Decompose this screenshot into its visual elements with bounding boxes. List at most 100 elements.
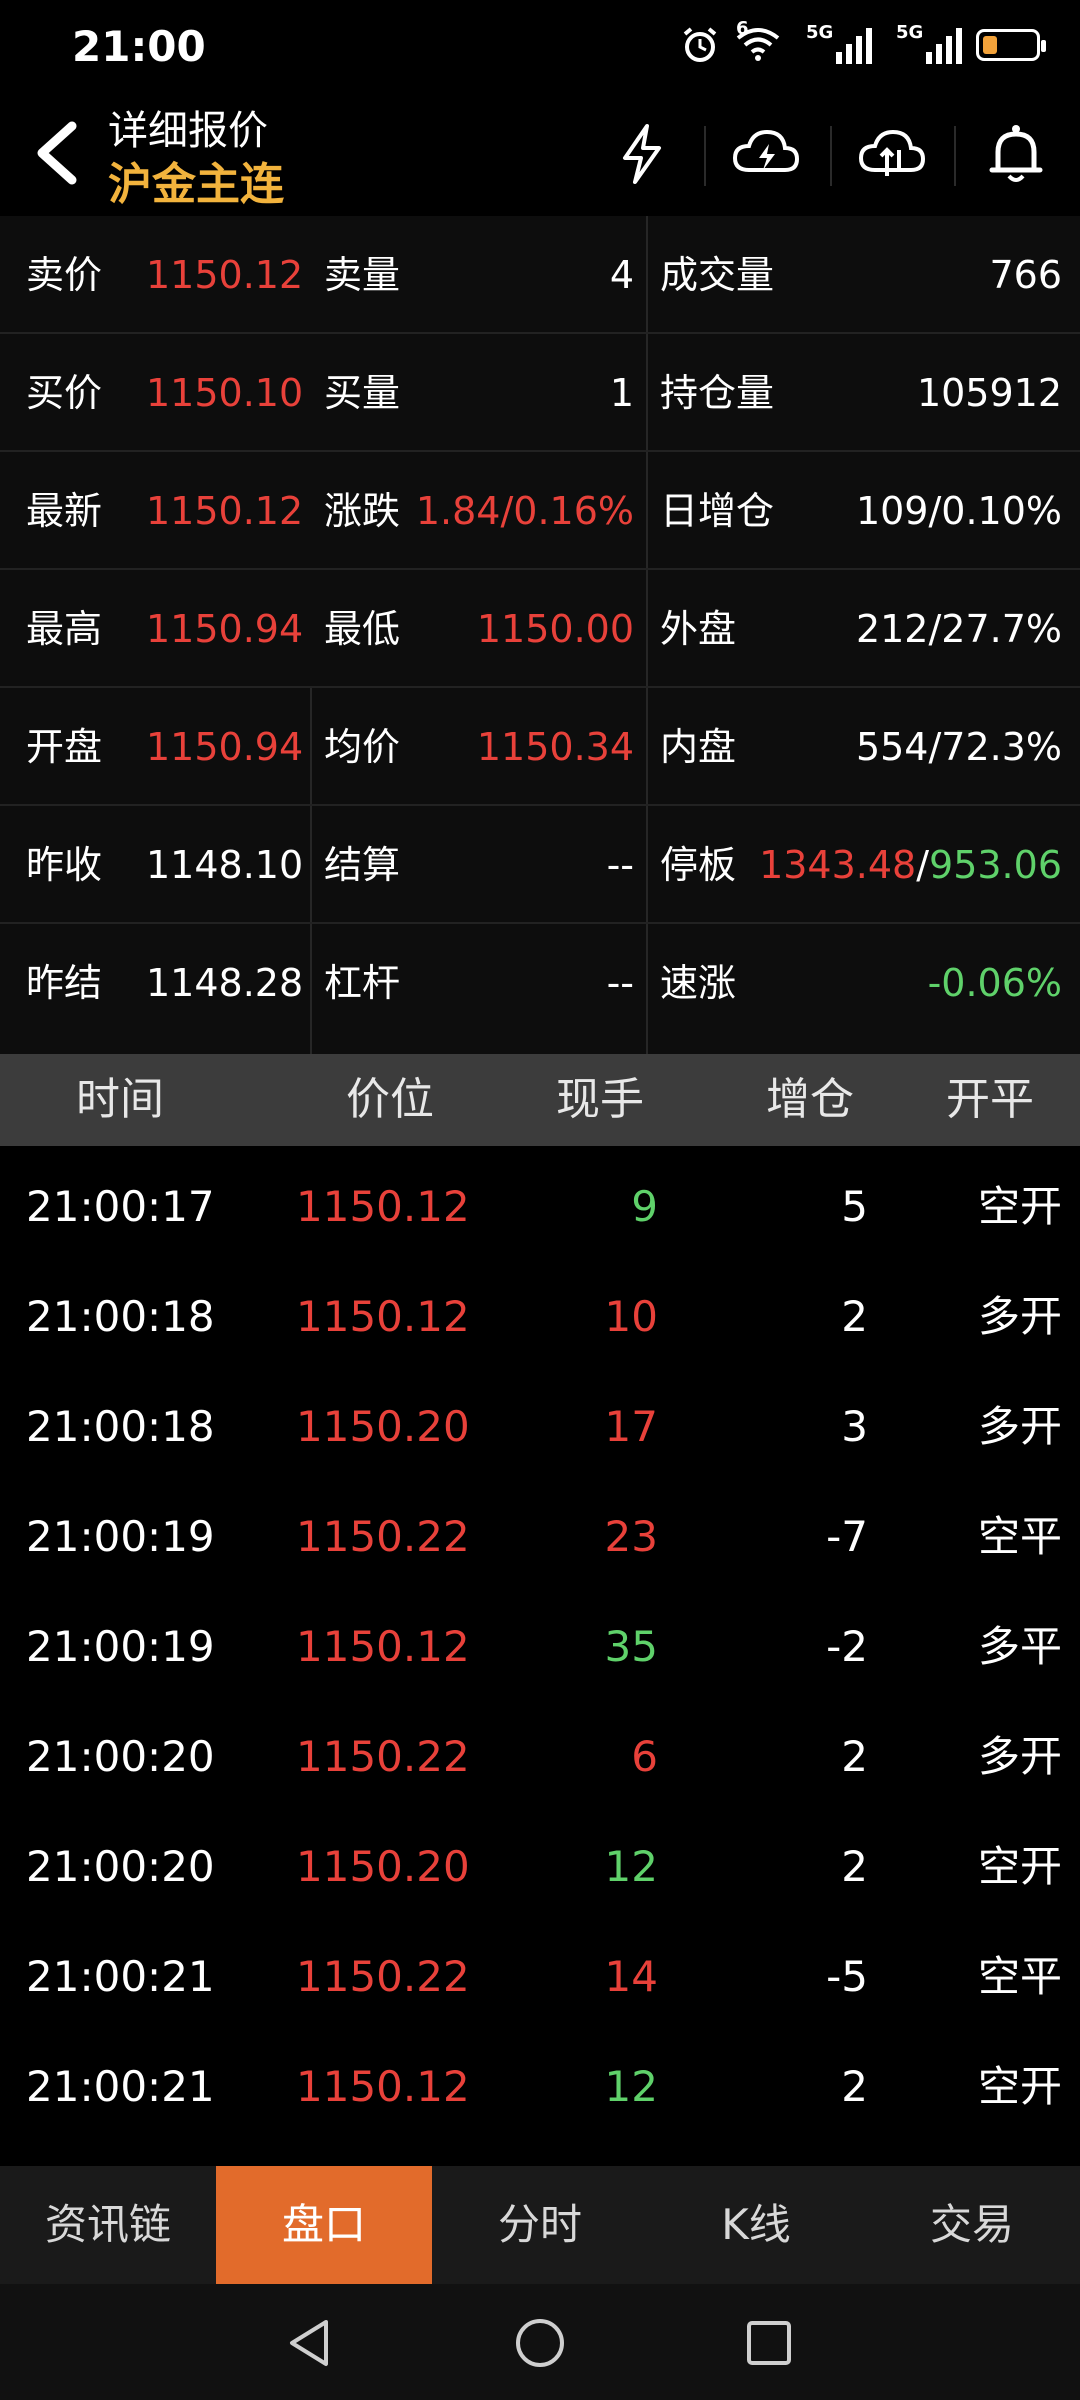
trades-list[interactable]: 21:00:17 1150.12 9 5 空开 21:00:18 1150.12…	[0, 1152, 1080, 2152]
ask-price-label: 卖价	[26, 253, 103, 297]
col-time: 时间	[76, 1074, 164, 1125]
wifi-tag: 6	[736, 18, 749, 39]
trade-volume: 9	[631, 1182, 658, 1231]
trade-price: 1150.22	[296, 1512, 470, 1561]
avg-price-value: 1150.34	[476, 725, 634, 769]
prev-settle-label: 昨结	[26, 961, 103, 1005]
trade-time: 21:00:19	[26, 1512, 215, 1561]
speed-label: 速涨	[660, 961, 737, 1005]
nav-home-button[interactable]	[505, 2308, 575, 2378]
status-time: 21:00	[72, 22, 206, 71]
signal-icon: 5G	[806, 22, 872, 64]
signal-tag: 5G	[896, 22, 924, 43]
trade-row: 21:00:17 1150.12 9 5 空开	[0, 1152, 1080, 1262]
trade-row: 21:00:21 1150.22 14 -5 空平	[0, 1922, 1080, 2032]
nav-recents-button[interactable]	[734, 2308, 804, 2378]
trade-type: 多平	[977, 1622, 1062, 1671]
trade-price: 1150.20	[296, 1402, 470, 1451]
trade-type: 空开	[977, 2062, 1062, 2111]
ask-volume-value: 4	[609, 253, 634, 297]
square-recents-icon	[747, 2321, 791, 2365]
quote-panel: 卖价 1150.12 卖量 4 成交量 766 买价 1150.10 买量 1 …	[0, 216, 1080, 1054]
ask-volume-label: 卖量	[324, 253, 401, 297]
bottom-tabs: 资讯链 盘口 分时 K线 交易	[0, 2166, 1080, 2284]
trade-oi-change: -5	[826, 1952, 868, 2001]
col-volume: 现手	[556, 1074, 644, 1125]
trade-volume: 12	[604, 1842, 658, 1891]
daily-oi-change-label: 日增仓	[660, 489, 775, 533]
trade-volume: 12	[604, 2062, 658, 2111]
low-value: 1150.00	[476, 607, 634, 651]
tab-kline[interactable]: K线	[648, 2166, 864, 2284]
avg-price-label: 均价	[324, 725, 401, 769]
trade-oi-change: 2	[841, 1732, 868, 1781]
flash-button[interactable]	[602, 116, 682, 192]
quote-row: 最新 1150.12 涨跌 1.84/0.16% 日增仓 109/0.10%	[0, 452, 1080, 570]
trade-time: 21:00:17	[26, 1182, 215, 1231]
triangle-back-icon	[290, 2320, 328, 2366]
trade-oi-change: 5	[841, 1182, 868, 1231]
trade-type: 空平	[977, 1512, 1062, 1561]
col-oi-change: 增仓	[766, 1074, 854, 1125]
signal-icon: 5G	[896, 22, 962, 64]
bell-icon	[989, 125, 1043, 182]
trade-volume: 17	[604, 1402, 658, 1451]
trades-header: 时间 价位 现手 增仓 开平	[0, 1054, 1080, 1146]
tab-news-chain[interactable]: 资讯链	[0, 2166, 216, 2284]
status-icons: 6 5G 5G	[680, 18, 1046, 66]
trade-row: 21:00:19 1150.12 35 -2 多平	[0, 1592, 1080, 1702]
outer-volume-label: 外盘	[660, 607, 737, 651]
trade-price: 1150.22	[296, 1952, 470, 2001]
trade-oi-change: 2	[841, 2062, 868, 2111]
trade-price: 1150.20	[296, 1842, 470, 1891]
circle-home-icon	[516, 2319, 564, 2367]
cloud-quick-button[interactable]	[726, 116, 806, 192]
volume-label: 成交量	[660, 253, 775, 297]
trade-volume: 6	[631, 1732, 658, 1781]
trade-oi-change: 2	[841, 1292, 868, 1341]
daily-oi-change-value: 109/0.10%	[855, 489, 1062, 533]
quote-row: 昨结 1148.28 杠杆 -- 速涨 -0.06%	[0, 924, 1080, 1042]
status-bar: 21:00 6 5G 5G	[0, 0, 1080, 96]
trade-price: 1150.12	[296, 1182, 470, 1231]
prev-close-value: 1148.10	[146, 843, 304, 887]
tab-intraday[interactable]: 分时	[432, 2166, 648, 2284]
trade-type: 多开	[977, 1402, 1062, 1451]
nav-back-button[interactable]	[274, 2308, 344, 2378]
leverage-value: --	[606, 961, 634, 1005]
trade-time: 21:00:20	[26, 1842, 215, 1891]
high-label: 最高	[26, 607, 103, 651]
prev-close-label: 昨收	[26, 843, 103, 887]
contract-name: 沪金主连	[108, 159, 284, 210]
alarm-icon	[683, 27, 717, 62]
tab-trade[interactable]: 交易	[864, 2166, 1080, 2284]
speed-value: -0.06%	[927, 961, 1062, 1005]
bid-volume-label: 买量	[324, 371, 401, 415]
leverage-label: 杠杆	[324, 961, 401, 1005]
trade-type: 空开	[977, 1842, 1062, 1891]
inner-volume-label: 内盘	[660, 725, 737, 769]
change-label: 涨跌	[324, 489, 401, 533]
trade-volume: 23	[604, 1512, 658, 1561]
limit-value: 1343.48/953.06	[759, 806, 1062, 924]
back-button[interactable]	[28, 118, 88, 188]
low-label: 最低	[324, 607, 401, 651]
open-interest-value: 105912	[916, 371, 1062, 415]
signal-tag: 5G	[806, 22, 834, 43]
trade-oi-change: 3	[841, 1402, 868, 1451]
alert-button[interactable]	[976, 116, 1056, 192]
trade-volume: 14	[604, 1952, 658, 2001]
tab-order-book[interactable]: 盘口	[216, 2166, 432, 2284]
limit-label: 停板	[660, 843, 737, 887]
cloud-upload-icon	[858, 129, 926, 176]
trade-type: 多开	[977, 1732, 1062, 1781]
cloud-order-button[interactable]	[852, 116, 932, 192]
open-label: 开盘	[26, 725, 103, 769]
header: 详细报价 沪金主连	[0, 96, 1080, 214]
limit-separator: /	[916, 843, 930, 887]
trade-type: 空开	[977, 1182, 1062, 1231]
high-value: 1150.94	[146, 607, 304, 651]
trade-row: 21:00:21 1150.12 12 2 空开	[0, 2032, 1080, 2142]
settlement-label: 结算	[324, 843, 401, 887]
last-price-label: 最新	[26, 489, 103, 533]
